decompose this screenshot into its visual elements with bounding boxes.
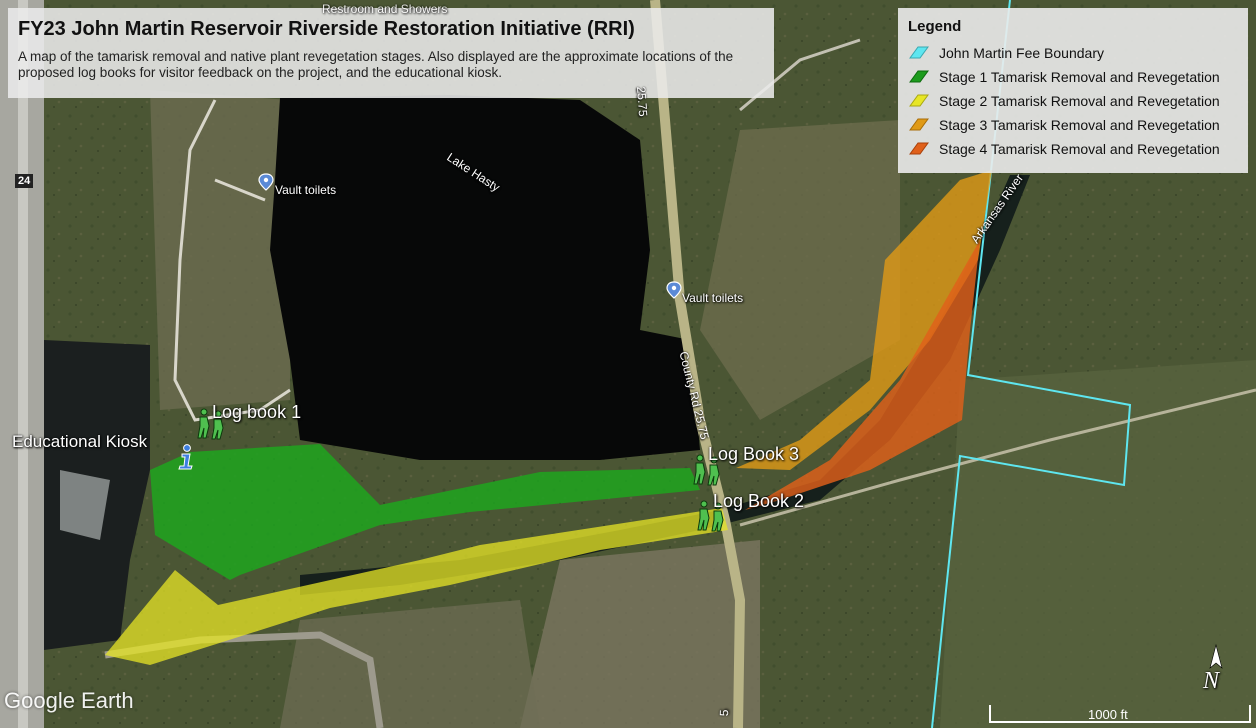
legend-item-label: Stage 2 Tamarisk Removal and Revegetatio… [939,93,1220,109]
page-subtitle: A map of the tamarisk removal and native… [18,49,734,80]
legend-item-label: Stage 4 Tamarisk Removal and Revegetatio… [939,141,1220,157]
legend-item-label: Stage 3 Tamarisk Removal and Revegetatio… [939,117,1220,133]
north-label: N [1203,668,1220,694]
page-title: FY23 John Martin Reservoir Riverside Res… [18,18,635,40]
legend-panel: Legend John Martin Fee Boundary Stage 1 … [898,8,1248,173]
boundary-swatch-icon [909,46,929,59]
log-book-2-label: Log Book 2 [713,491,805,511]
stage-4-swatch-icon [909,142,929,155]
legend-item-stage-2: Stage 2 Tamarisk Removal and Revegetatio… [908,89,1238,113]
stage-2-swatch-icon [909,94,929,107]
field-patch [280,600,540,728]
road-label-bottom: 5 [717,709,732,717]
vault-toilet-label-2: Vault toilets [682,291,744,305]
stage-3-swatch-icon [909,118,929,131]
map-pin-icon [258,173,274,191]
google-earth-logo: Google Earth [4,688,134,713]
log-book-1-label: Log book 1 [212,402,302,422]
legend-title: Legend [908,18,962,35]
kiosk-label: Educational Kiosk [12,432,148,451]
map-pin-icon [666,281,682,299]
kiosk-marker[interactable] [176,444,196,475]
vault-toilet-marker-1[interactable] [258,173,274,196]
stage-1-swatch-icon [909,70,929,83]
road-label-top: 25.75 [634,86,651,117]
highway-shield: 24 [15,174,34,188]
scale-label: 1000 ft [1088,707,1128,722]
legend-item-fee-boundary: John Martin Fee Boundary [908,41,1238,65]
legend-item-stage-1: Stage 1 Tamarisk Removal and Revegetatio… [908,65,1238,89]
info-icon [178,444,193,470]
restroom-label: Restroom and Showers [322,2,448,16]
vault-toilet-label-1: Vault toilets [275,183,337,197]
highway-24 [18,0,28,728]
legend-item-stage-4: Stage 4 Tamarisk Removal and Revegetatio… [908,137,1238,161]
legend-item-label: Stage 1 Tamarisk Removal and Revegetatio… [939,69,1220,85]
title-panel: FY23 John Martin Reservoir Riverside Res… [8,8,774,98]
vault-toilet-marker-2[interactable] [666,281,682,304]
legend-item-label: John Martin Fee Boundary [939,45,1104,61]
legend-item-stage-3: Stage 3 Tamarisk Removal and Revegetatio… [908,113,1238,137]
log-book-3-label: Log Book 3 [708,444,800,464]
park-area [150,90,290,410]
scale-indicator: 1000 ft [988,705,1250,725]
lake-hasty [270,95,700,460]
